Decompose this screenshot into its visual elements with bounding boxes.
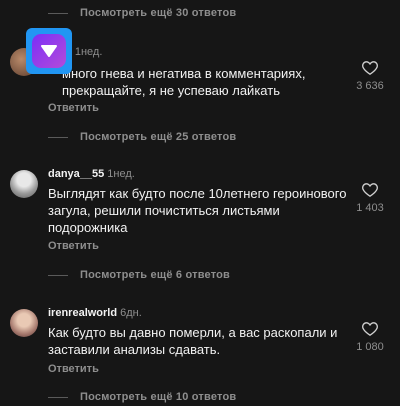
heart-icon[interactable] <box>362 60 378 75</box>
app-logo <box>26 28 72 74</box>
timestamp: 6дн. <box>120 307 142 319</box>
replies-divider <box>48 12 68 14</box>
view-replies-link[interactable]: Посмотреть ещё 6 ответов <box>48 266 230 284</box>
view-replies-link[interactable]: Посмотреть ещё 25 ответов <box>48 128 236 146</box>
reply-button[interactable]: Ответить <box>48 363 99 375</box>
view-replies-link[interactable]: Посмотреть ещё 10 ответов <box>48 388 236 406</box>
username[interactable]: irenrealworld <box>48 307 117 319</box>
timestamp: 1нед. <box>107 168 135 180</box>
username[interactable]: danya__55 <box>48 168 104 180</box>
timestamp: 1нед. <box>74 46 103 58</box>
comment-text: Как будто вы давно померли, а вас раскоп… <box>48 325 338 357</box>
replies-divider <box>48 274 68 276</box>
view-replies-label: Посмотреть ещё 10 ответов <box>80 391 237 403</box>
reply-button[interactable]: Ответить <box>48 102 99 114</box>
replies-divider <box>48 396 68 398</box>
like-control[interactable]: 1 403 <box>348 182 392 214</box>
comment-text: много гнева и негатива в комментариях, п… <box>62 66 306 98</box>
view-replies-link[interactable]: Посмотреть ещё 30 ответов <box>48 4 236 22</box>
avatar[interactable] <box>10 170 38 198</box>
avatar[interactable] <box>10 309 38 337</box>
like-control[interactable]: 1 080 <box>348 321 392 353</box>
like-count: 1 403 <box>356 202 384 214</box>
comment-meta: irenrealworld 6дн. <box>48 307 142 319</box>
view-replies-label: Посмотреть ещё 6 ответов <box>80 269 231 281</box>
view-replies-label: Посмотреть ещё 25 ответов <box>80 131 237 143</box>
view-replies-label: Посмотреть ещё 30 ответов <box>80 7 237 19</box>
like-control[interactable]: 3 636 <box>348 60 392 92</box>
comment-meta: danya__55 1нед. <box>48 168 135 180</box>
reply-button[interactable]: Ответить <box>48 240 99 252</box>
down-triangle-icon <box>41 45 57 57</box>
heart-icon[interactable] <box>362 321 378 336</box>
like-count: 1 080 <box>356 341 384 353</box>
heart-icon[interactable] <box>362 182 378 197</box>
like-count: 3 636 <box>356 80 384 92</box>
comment-text: Выглядят как будто после 10летнего герои… <box>48 186 347 235</box>
replies-divider <box>48 136 68 138</box>
